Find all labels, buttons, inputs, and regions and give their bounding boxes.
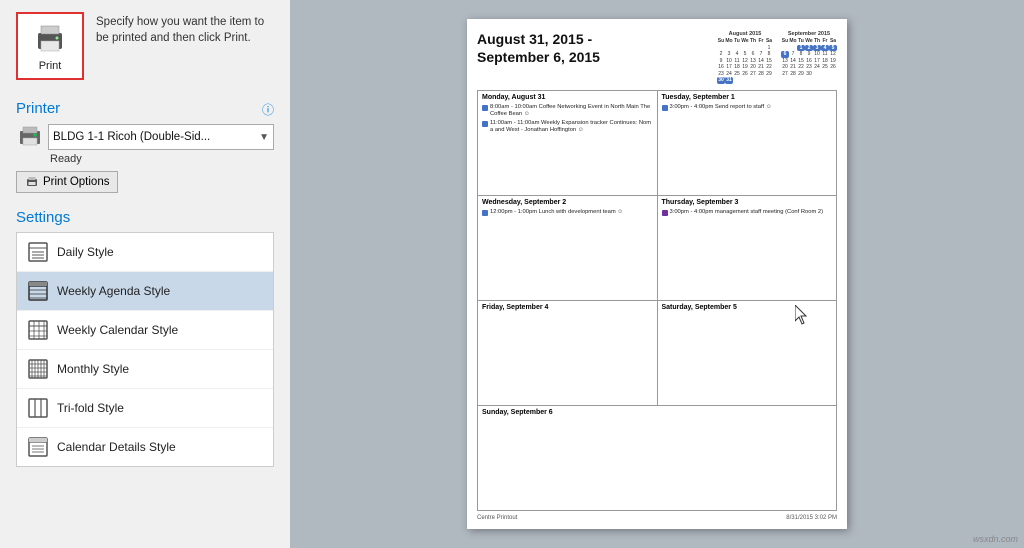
footer-right: 8/31/2015 3:02 PM xyxy=(786,515,837,521)
left-panel: Print Specify how you want the item to b… xyxy=(0,0,290,548)
calendar-title-line2: September 6, 2015 xyxy=(477,49,600,67)
calendar-footer: Centre Printout 8/31/2015 3:02 PM xyxy=(477,515,837,521)
style-item-monthly[interactable]: Monthly Style xyxy=(17,350,273,389)
calendar-preview-page: August 31, 2015 - September 6, 2015 Augu… xyxy=(467,19,847,529)
daily-style-icon xyxy=(27,241,49,263)
event-dot-thursday xyxy=(662,210,668,216)
mini-calendars: August 2015 SuMoTuWeThFrSa 1 2345678 910… xyxy=(717,31,837,84)
event-wednesday-1: 12:00pm - 1:00pm Lunch with development … xyxy=(482,209,653,217)
event-dot-tuesday xyxy=(662,105,668,111)
print-section: Print Specify how you want the item to b… xyxy=(16,12,274,80)
style-item-weekly-calendar[interactable]: Weekly Calendar Style xyxy=(17,311,273,350)
calendar-grid: Monday, August 31 8:00am - 10:00am Coffe… xyxy=(477,90,837,512)
calendar-cell-sunday: Sunday, September 6 xyxy=(478,406,837,511)
weekly-calendar-style-icon xyxy=(27,319,49,341)
event-dot-blue-2 xyxy=(482,121,488,127)
details-style-icon xyxy=(27,436,49,458)
footer-left: Centre Printout xyxy=(477,515,517,521)
watermark: wsxdn.com xyxy=(973,534,1018,544)
trifold-style-label: Tri-fold Style xyxy=(57,401,124,415)
printer-small-icon xyxy=(25,175,39,189)
print-options-label: Print Options xyxy=(43,176,109,188)
mini-cal-september-grid: SuMoTuWeThFrSa 12345 6789101112 13141516… xyxy=(781,38,837,77)
printer-name-box[interactable]: BLDG 1-1 Ricoh (Double-Sid... ▼ xyxy=(48,124,274,150)
right-panel: August 31, 2015 - September 6, 2015 Augu… xyxy=(290,0,1024,548)
mini-cal-august-grid: SuMoTuWeThFrSa 1 2345678 9101112131415 1… xyxy=(717,38,773,84)
event-tuesday-1: 3:00pm - 4:00pm Send report to staff ☺ xyxy=(662,104,833,112)
style-item-daily[interactable]: Daily Style xyxy=(17,233,273,272)
calendar-cell-saturday: Saturday, September 5 xyxy=(658,301,838,406)
print-description: Specify how you want the item to be prin… xyxy=(96,12,274,46)
mini-cal-august: August 2015 SuMoTuWeThFrSa 1 2345678 910… xyxy=(717,31,773,84)
daily-style-label: Daily Style xyxy=(57,245,114,259)
style-item-weekly-agenda[interactable]: Weekly Agenda Style xyxy=(17,272,273,311)
printer-section-title: Printer xyxy=(16,100,60,117)
details-style-label: Calendar Details Style xyxy=(57,440,176,454)
event-dot-blue xyxy=(482,105,488,111)
cell-sunday-header: Sunday, September 6 xyxy=(482,409,832,416)
mini-cal-september: September 2015 SuMoTuWeThFrSa 12345 6789… xyxy=(781,31,837,84)
weekly-agenda-style-label: Weekly Agenda Style xyxy=(57,284,170,298)
print-button[interactable]: Print xyxy=(16,12,84,80)
calendar-title-line1: August 31, 2015 - xyxy=(477,31,600,49)
settings-section: Settings Daily Style Weekly Agenda Style xyxy=(16,205,274,536)
style-item-trifold[interactable]: Tri-fold Style xyxy=(17,389,273,428)
calendar-header: August 31, 2015 - September 6, 2015 Augu… xyxy=(477,31,837,84)
event-dot-wednesday xyxy=(482,210,488,216)
style-list: Daily Style Weekly Agenda Style Weekly C… xyxy=(16,232,274,467)
printer-info-icon[interactable]: ⓘ xyxy=(262,101,274,118)
cell-wednesday-header: Wednesday, September 2 xyxy=(482,199,653,206)
mouse-cursor xyxy=(795,305,809,325)
style-item-details[interactable]: Calendar Details Style xyxy=(17,428,273,466)
weekly-agenda-style-icon xyxy=(27,280,49,302)
printer-info-row: BLDG 1-1 Ricoh (Double-Sid... ▼ xyxy=(16,123,274,151)
calendar-cell-friday: Friday, September 4 xyxy=(478,301,658,406)
event-monday-1: 8:00am - 10:00am Coffee Networking Event… xyxy=(482,104,653,119)
printer-device-icon xyxy=(16,123,44,151)
weekly-calendar-style-label: Weekly Calendar Style xyxy=(57,323,178,337)
event-monday-2: 11:00am - 11:00am Weekly Expansion track… xyxy=(482,120,653,135)
calendar-cell-tuesday: Tuesday, September 1 3:00pm - 4:00pm Sen… xyxy=(658,91,838,196)
calendar-cell-monday: Monday, August 31 8:00am - 10:00am Coffe… xyxy=(478,91,658,196)
monthly-style-icon xyxy=(27,358,49,380)
mini-cal-august-title: August 2015 xyxy=(717,31,773,37)
monthly-style-label: Monthly Style xyxy=(57,362,129,376)
settings-section-title: Settings xyxy=(16,209,274,226)
print-options-button[interactable]: Print Options xyxy=(16,171,118,193)
cell-tuesday-header: Tuesday, September 1 xyxy=(662,94,833,101)
cell-thursday-header: Thursday, September 3 xyxy=(662,199,833,206)
print-label: Print xyxy=(39,60,62,72)
cell-monday-header: Monday, August 31 xyxy=(482,94,653,101)
print-icon xyxy=(32,21,68,57)
mini-cal-september-title: September 2015 xyxy=(781,31,837,37)
dropdown-arrow-icon: ▼ xyxy=(259,132,269,143)
calendar-title: August 31, 2015 - September 6, 2015 xyxy=(477,31,600,66)
event-thursday-1: 3:00pm - 4:00pm management staff meeting… xyxy=(662,209,833,217)
calendar-cell-thursday: Thursday, September 3 3:00pm - 4:00pm ma… xyxy=(658,196,838,301)
trifold-style-icon xyxy=(27,397,49,419)
calendar-cell-wednesday: Wednesday, September 2 12:00pm - 1:00pm … xyxy=(478,196,658,301)
printer-section: Printer ⓘ BLDG 1-1 Ricoh (Double-Sid... … xyxy=(16,96,274,193)
printer-status: Ready xyxy=(16,153,274,165)
printer-name: BLDG 1-1 Ricoh (Double-Sid... xyxy=(53,131,210,143)
cell-friday-header: Friday, September 4 xyxy=(482,304,653,311)
